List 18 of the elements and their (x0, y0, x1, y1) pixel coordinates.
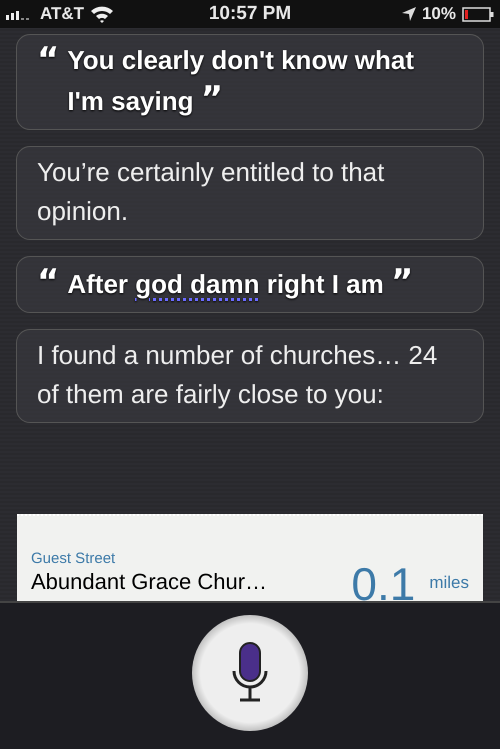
battery-icon (462, 6, 494, 22)
distance-value: 0.1 (351, 561, 416, 601)
microphone-icon (230, 640, 270, 704)
place-name: Abundant Grace Chur… (31, 569, 268, 595)
open-quote-mark: “ (37, 41, 60, 82)
battery-percent: 10% (422, 4, 456, 24)
location-arrow-icon (402, 7, 416, 21)
carrier-name: AT&T (40, 4, 84, 24)
result-card[interactable]: Guest Street Abundant Grace Chur… 0.1 miles (17, 514, 483, 601)
spoken-text: After god damn right I am ” (67, 263, 414, 304)
spoken-text: You clearly don't know what I'm saying ” (67, 44, 415, 121)
distance-unit: miles (429, 573, 469, 594)
wifi-icon (90, 5, 114, 23)
response-text: You’re certainly entitled to that opinion. (37, 157, 384, 226)
response-text: I found a number of churches… 24 of them are fairly close to you: (37, 340, 438, 409)
street-label: Guest Street (31, 550, 116, 567)
clock-time: 10:57 PM (208, 3, 292, 25)
open-quote-mark: “ (37, 263, 60, 304)
